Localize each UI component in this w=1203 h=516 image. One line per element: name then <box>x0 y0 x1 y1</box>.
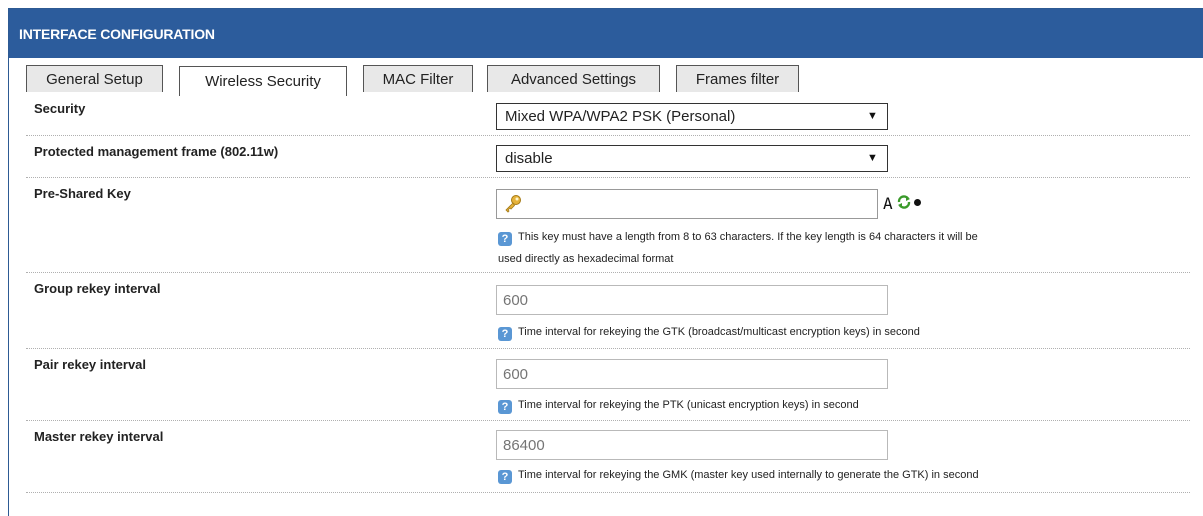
group-rekey-help: ? Time interval for rekeying the GTK (bro… <box>498 322 920 342</box>
pair-rekey-help-text: Time interval for rekeying the PTK (unic… <box>518 399 859 411</box>
pmf-select[interactable]: disable <box>496 145 888 172</box>
tab-wireless-security[interactable]: Wireless Security <box>179 66 347 96</box>
show-key-icon[interactable] <box>914 199 921 206</box>
pmf-row: Protected management frame (802.11w) dis… <box>26 136 1190 178</box>
help-icon: ? <box>498 470 512 484</box>
pair-rekey-input[interactable] <box>496 359 888 389</box>
group-rekey-input[interactable] <box>496 285 888 315</box>
generate-key-icon[interactable] <box>896 194 912 215</box>
master-rekey-label: Master rekey interval <box>34 429 164 444</box>
security-select[interactable]: Mixed WPA/WPA2 PSK (Personal) <box>496 103 888 130</box>
security-row: Security Mixed WPA/WPA2 PSK (Personal) ▼ <box>26 93 1190 136</box>
psk-input[interactable] <box>496 189 878 219</box>
master-rekey-help: ? Time interval for rekeying the GMK (mas… <box>498 465 979 485</box>
pair-rekey-label: Pair rekey interval <box>34 357 147 372</box>
psk-help: ? This key must have a length from 8 to 6… <box>498 227 978 269</box>
psk-label: Pre-Shared Key <box>34 186 131 201</box>
group-rekey-label: Group rekey interval <box>34 281 161 296</box>
pair-rekey-row: Pair rekey interval ? Time interval for r… <box>26 349 1190 421</box>
psk-help-line1: This key must have a length from 8 to 63… <box>518 231 978 243</box>
security-label: Security <box>34 101 86 116</box>
tab-advanced-settings[interactable]: Advanced Settings <box>487 65 660 92</box>
pair-rekey-help: ? Time interval for rekeying the PTK (uni… <box>498 395 859 415</box>
tab-general-setup[interactable]: General Setup <box>26 65 163 92</box>
font-toggle-icon[interactable]: A <box>883 194 893 213</box>
master-rekey-row: Master rekey interval ? Time interval for… <box>26 421 1190 493</box>
tab-frames-filter[interactable]: Frames filter <box>676 65 799 92</box>
master-rekey-input[interactable] <box>496 430 888 460</box>
master-rekey-help-text: Time interval for rekeying the GMK (mast… <box>518 469 979 481</box>
help-icon: ? <box>498 327 512 341</box>
tab-mac-filter[interactable]: MAC Filter <box>363 65 473 92</box>
help-icon: ? <box>498 232 512 246</box>
psk-help-line2: used directly as hexadecimal format <box>498 253 674 265</box>
page-title: INTERFACE CONFIGURATION <box>9 9 1203 58</box>
group-rekey-help-text: Time interval for rekeying the GTK (broa… <box>518 326 920 338</box>
psk-row: Pre-Shared Key A ?This key must have a <box>26 178 1190 273</box>
key-icon <box>505 195 521 213</box>
help-icon: ? <box>498 400 512 414</box>
group-rekey-row: Group rekey interval ? Time interval for … <box>26 273 1190 349</box>
pmf-label: Protected management frame (802.11w) <box>34 144 279 159</box>
